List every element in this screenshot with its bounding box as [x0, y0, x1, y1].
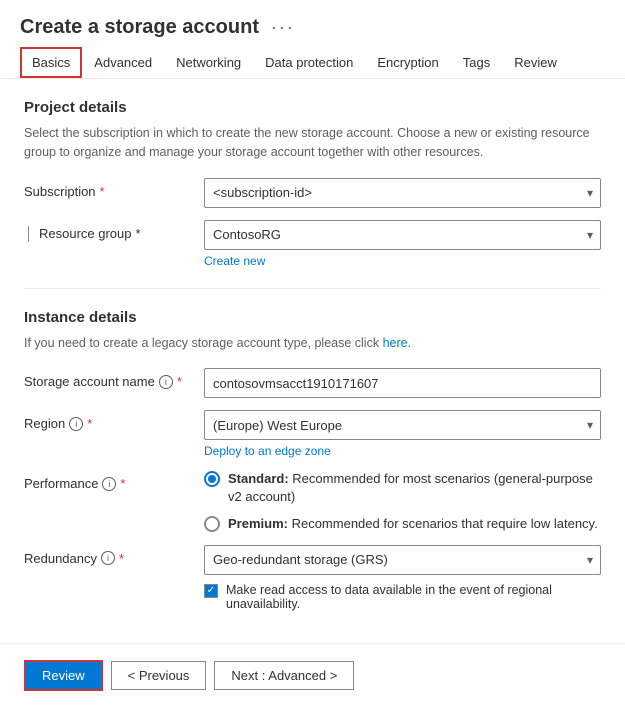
performance-standard-label: Standard: Recommended for most scenarios…	[228, 470, 601, 506]
redundancy-select-wrapper: Geo-redundant storage (GRS)	[204, 545, 601, 575]
redundancy-control: Geo-redundant storage (GRS) ✓ Make read …	[204, 545, 601, 611]
subscription-select[interactable]: <subscription-id>	[204, 178, 601, 208]
subscription-control: <subscription-id>	[204, 178, 601, 208]
redundancy-row: Redundancy i * Geo-redundant storage (GR…	[24, 545, 601, 611]
tab-data-protection[interactable]: Data protection	[253, 47, 365, 78]
footer: Review < Previous Next : Advanced >	[0, 643, 625, 707]
read-access-label: Make read access to data available in th…	[226, 583, 601, 611]
instance-details-desc: If you need to create a legacy storage a…	[24, 334, 601, 353]
read-access-checkbox-row: ✓ Make read access to data available in …	[204, 583, 601, 611]
tab-basics[interactable]: Basics	[20, 47, 82, 78]
subscription-required-mark: *	[100, 184, 105, 199]
redundancy-info-icon[interactable]: i	[101, 551, 115, 565]
resource-group-control: ContosoRG Create new	[204, 220, 601, 268]
performance-standard-option[interactable]: Standard: Recommended for most scenarios…	[204, 470, 601, 506]
storage-name-info-icon[interactable]: i	[159, 375, 173, 389]
performance-options: Standard: Recommended for most scenarios…	[204, 470, 601, 533]
performance-standard-radio[interactable]	[204, 471, 220, 487]
resource-group-select-wrapper: ContosoRG	[204, 220, 601, 250]
redundancy-select[interactable]: Geo-redundant storage (GRS)	[204, 545, 601, 575]
previous-button[interactable]: < Previous	[111, 661, 207, 690]
tab-bar: Basics Advanced Networking Data protecti…	[0, 39, 625, 79]
region-control: (Europe) West Europe Deploy to an edge z…	[204, 410, 601, 458]
here-link[interactable]: here	[383, 336, 408, 350]
next-advanced-button[interactable]: Next : Advanced >	[214, 661, 354, 690]
subscription-select-wrapper: <subscription-id>	[204, 178, 601, 208]
resource-group-select[interactable]: ContosoRG	[204, 220, 601, 250]
storage-account-name-input[interactable]	[204, 368, 601, 398]
deploy-edge-link[interactable]: Deploy to an edge zone	[204, 444, 601, 458]
region-required-mark: *	[87, 416, 92, 431]
page-header: Create a storage account ···	[0, 0, 625, 39]
read-access-checkbox[interactable]: ✓	[204, 584, 218, 598]
checkmark-icon: ✓	[207, 586, 215, 596]
region-select-wrapper: (Europe) West Europe	[204, 410, 601, 440]
storage-account-name-label: Storage account name i *	[24, 368, 204, 389]
review-button[interactable]: Review	[24, 660, 103, 691]
subscription-label: Subscription *	[24, 178, 204, 199]
resource-group-row: Resource group * ContosoRG Create new	[24, 220, 601, 268]
page-menu-dots[interactable]: ···	[271, 17, 295, 38]
tab-tags[interactable]: Tags	[451, 47, 502, 78]
performance-premium-radio[interactable]	[204, 516, 220, 532]
tab-review[interactable]: Review	[502, 47, 569, 78]
redundancy-required-mark: *	[119, 551, 124, 566]
region-select[interactable]: (Europe) West Europe	[204, 410, 601, 440]
main-content: Project details Select the subscription …	[0, 79, 625, 643]
tab-encryption[interactable]: Encryption	[365, 47, 450, 78]
create-new-link[interactable]: Create new	[204, 254, 601, 268]
storage-account-name-row: Storage account name i *	[24, 368, 601, 398]
performance-control: Standard: Recommended for most scenarios…	[204, 470, 601, 533]
storage-name-required-mark: *	[177, 374, 182, 389]
performance-row: Performance i * Standard: Recommended fo…	[24, 470, 601, 533]
project-details-desc: Select the subscription in which to crea…	[24, 124, 601, 162]
performance-info-icon[interactable]: i	[102, 477, 116, 491]
performance-premium-label: Premium: Recommended for scenarios that …	[228, 515, 598, 533]
redundancy-label: Redundancy i *	[24, 545, 204, 566]
region-info-icon[interactable]: i	[69, 417, 83, 431]
performance-premium-option[interactable]: Premium: Recommended for scenarios that …	[204, 515, 601, 533]
performance-required-mark: *	[120, 476, 125, 491]
instance-details-section: Instance details If you need to create a…	[24, 309, 601, 611]
section-divider-1	[24, 288, 601, 289]
project-details-title: Project details	[24, 99, 601, 116]
resource-group-required-mark: *	[136, 226, 141, 241]
region-label: Region i *	[24, 410, 204, 431]
subscription-row: Subscription * <subscription-id>	[24, 178, 601, 208]
page-title: Create a storage account	[20, 16, 259, 39]
performance-label: Performance i *	[24, 470, 204, 491]
resource-group-label: Resource group *	[40, 220, 204, 242]
storage-account-name-control	[204, 368, 601, 398]
region-row: Region i * (Europe) West Europe Deploy t…	[24, 410, 601, 458]
tab-advanced[interactable]: Advanced	[82, 47, 164, 78]
tab-networking[interactable]: Networking	[164, 47, 253, 78]
instance-details-title: Instance details	[24, 309, 601, 326]
project-details-section: Project details Select the subscription …	[24, 99, 601, 268]
